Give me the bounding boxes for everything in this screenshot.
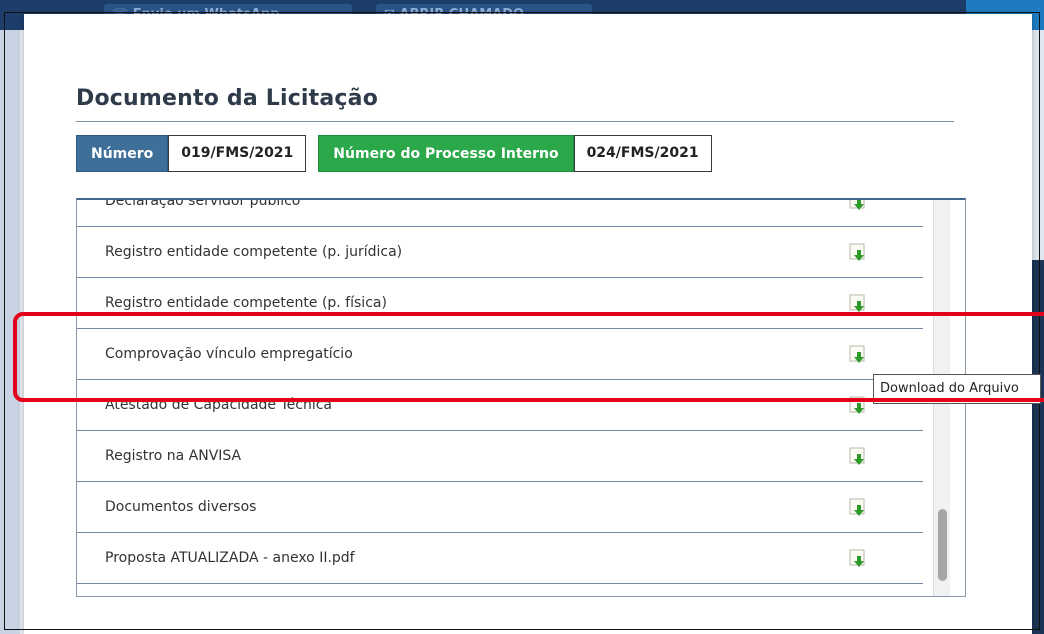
download-tooltip: Download do Arquivo — [873, 374, 1041, 404]
screenshot-border — [4, 12, 1040, 630]
